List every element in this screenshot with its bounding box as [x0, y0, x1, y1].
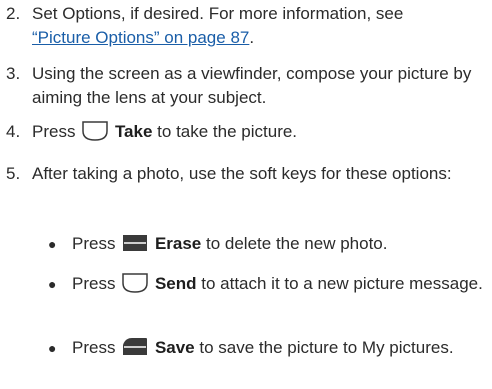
erase-description: to delete the new photo. [206, 234, 388, 253]
erase-key-label: Erase [154, 234, 202, 253]
bullet-save: ● Press Save to save the picture to My p… [48, 336, 484, 360]
press-label: Press [32, 122, 76, 141]
step-text: Set Options, if desired. For more inform… [32, 2, 484, 50]
step-5-text: After taking a photo, use the soft keys … [32, 164, 452, 183]
bullet-erase: ● Press Erase to delete the new photo. [48, 232, 484, 256]
picture-options-link[interactable]: “Picture Options” on page 87 [32, 28, 249, 47]
take-description: to take the picture. [157, 122, 298, 141]
press-label: Press [72, 274, 116, 293]
press-label: Press [72, 338, 116, 357]
bullet-send-text: Press Send to attach it to a new picture… [72, 272, 484, 296]
left-soft-key-icon [82, 121, 108, 141]
step-number: 4. [6, 122, 21, 141]
send-key-label: Send [154, 274, 197, 293]
step-2: 2. Set Options, if desired. For more inf… [6, 2, 484, 50]
bullet-dot: ● [48, 276, 57, 292]
take-key-label: Take [114, 122, 153, 141]
step-4: 4. Press Take to take the picture. [6, 120, 484, 144]
bullet-erase-text: Press Erase to delete the new photo. [72, 232, 484, 256]
manual-page: 2. Set Options, if desired. For more inf… [0, 0, 492, 389]
step-2-text: Set Options, if desired. For more inform… [32, 4, 404, 23]
bullet-save-text: Press Save to save the picture to My pic… [72, 336, 484, 360]
send-description: to attach it to a new picture message. [201, 274, 483, 293]
step-number: 5. [6, 164, 21, 183]
save-description: to save the picture to My pictures. [199, 338, 454, 357]
left-soft-key-icon [122, 273, 148, 293]
step-3: 3. Using the screen as a viewfinder, com… [6, 62, 484, 110]
press-label: Press [72, 234, 116, 253]
step-number: 2. [6, 4, 21, 23]
erase-soft-key-icon [123, 235, 148, 251]
step-4-text: Press Take to take the picture. [32, 120, 484, 144]
bullet-dot: ● [48, 340, 57, 356]
step-2-period: . [249, 28, 255, 47]
step-number: 3. [6, 64, 21, 83]
save-soft-key-icon [123, 338, 148, 355]
step-5: 5. After taking a photo, use the soft ke… [6, 162, 484, 186]
step-3-text: Using the screen as a viewfinder, compos… [32, 64, 472, 107]
bullet-send: ● Press Send to attach it to a new pictu… [48, 272, 484, 296]
bullet-dot: ● [48, 236, 57, 252]
save-key-label: Save [154, 338, 195, 357]
